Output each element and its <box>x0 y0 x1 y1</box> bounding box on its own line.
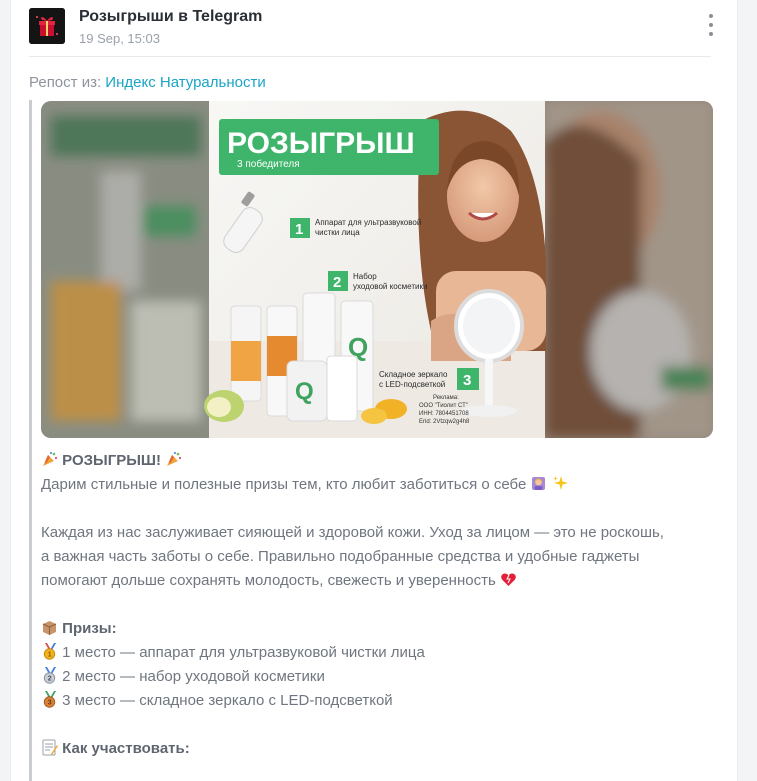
bronze-medal-icon: 3 <box>43 691 56 708</box>
prizes-title: Призы: <box>62 620 117 637</box>
banner-item-2-line1: Набор <box>353 272 377 281</box>
sparkles-icon <box>552 476 568 490</box>
prize-3-line: 3 3 место — складное зеркало с LED-подсв… <box>41 689 731 713</box>
blurred-left-background <box>41 101 209 438</box>
box-icon <box>42 621 57 635</box>
banner-graphic: РОЗЫГРЫШ 3 победителя 1 Аппарат для ульт… <box>204 101 546 438</box>
channel-name[interactable]: Розыгрыши в Telegram <box>79 8 262 26</box>
post-card: Розыгрыши в Telegram 19 Sep, 15:03 Репос… <box>10 0 738 781</box>
post-timestamp[interactable]: 19 Sep, 15:03 <box>79 31 160 46</box>
post-subtitle: Дарим стильные и полезные призы тем, кто… <box>41 476 527 493</box>
banner-item-1-line2: чистки лица <box>315 228 360 237</box>
banner-item-3-num: 3 <box>463 372 471 389</box>
banner-ad-line3: ИНН: 7804451708 <box>419 411 469 417</box>
post-text: РОЗЫГРЫШ! Дарим стильные и полезные приз… <box>41 449 731 761</box>
more-vertical-icon[interactable] <box>705 14 717 36</box>
svg-text:2: 2 <box>48 676 52 683</box>
title-line: РОЗЫГРЫШ! <box>41 449 731 473</box>
party-popper-icon <box>167 452 182 466</box>
banner-item-3-line1: Складное зеркало <box>379 370 448 379</box>
banner-ad-line1: Реклама: <box>433 395 459 401</box>
header-divider <box>29 56 711 57</box>
silver-medal-icon: 2 <box>43 667 56 684</box>
banner-item-2-line2: уходовой косметики <box>353 282 427 291</box>
banner-headline: РОЗЫГРЫШ <box>227 127 415 160</box>
woman-icon <box>532 477 546 490</box>
prize-1: 1 место — аппарат для ультразвуковой чис… <box>62 644 425 661</box>
gift-logo-icon[interactable] <box>29 8 65 44</box>
prize-2-line: 2 2 место — набор уходовой косметики <box>41 665 731 689</box>
repost-source-link[interactable]: Индекс Натуральности <box>105 74 265 91</box>
svg-text:3: 3 <box>48 700 52 707</box>
repost-prefix: Репост из: <box>29 74 102 91</box>
banner-subhead: 3 победителя <box>237 158 300 170</box>
prize-3: 3 место — складное зеркало с LED-подсвет… <box>62 692 393 709</box>
svg-text:Q: Q <box>295 378 314 405</box>
banner-item-2-num: 2 <box>333 274 341 291</box>
blurred-right-background <box>541 101 713 438</box>
prize-1-line: 1 1 место — аппарат для ультразвуковой ч… <box>41 641 731 665</box>
quote-bar <box>29 100 32 781</box>
party-popper-icon <box>43 452 58 466</box>
prizes-heading: Призы: <box>41 617 731 641</box>
prize-2: 2 место — набор уходовой косметики <box>62 668 325 685</box>
banner-item-1-line1: Аппарат для ультразвуковой <box>315 218 421 227</box>
how-title: Как участвовать: <box>62 740 190 757</box>
heart-icon <box>501 573 516 586</box>
banner-ad-line4: Erid: 2Vtzqw2g4h8 <box>419 419 470 425</box>
subtitle-line: Дарим стильные и полезные призы тем, кто… <box>41 473 731 497</box>
paragraph-line-3-wrap: помогают дольше сохранять молодость, све… <box>41 569 731 593</box>
paragraph-line-1: Каждая из нас заслуживает сияющей и здор… <box>41 524 664 541</box>
post-title: РОЗЫГРЫШ! <box>62 452 161 469</box>
banner-item-3-line2: с LED-подсветкой <box>379 380 445 389</box>
repost-line: Репост из: Индекс Натуральности <box>29 74 266 91</box>
banner-item-1-num: 1 <box>295 221 303 238</box>
memo-icon <box>42 739 58 756</box>
paragraph-line-2: а важная часть заботы о себе. Правильно … <box>41 548 640 565</box>
post-header: Розыгрыши в Telegram 19 Sep, 15:03 <box>29 8 721 56</box>
gold-medal-icon: 1 <box>43 643 56 660</box>
how-heading: Как участвовать: <box>41 737 731 761</box>
svg-text:1: 1 <box>48 652 52 659</box>
paragraph-line-3: помогают дольше сохранять молодость, све… <box>41 572 496 589</box>
post-image[interactable]: РОЗЫГРЫШ 3 победителя 1 Аппарат для ульт… <box>41 101 713 438</box>
banner-ad-line2: ООО "Тиолит СТ" <box>419 403 468 409</box>
